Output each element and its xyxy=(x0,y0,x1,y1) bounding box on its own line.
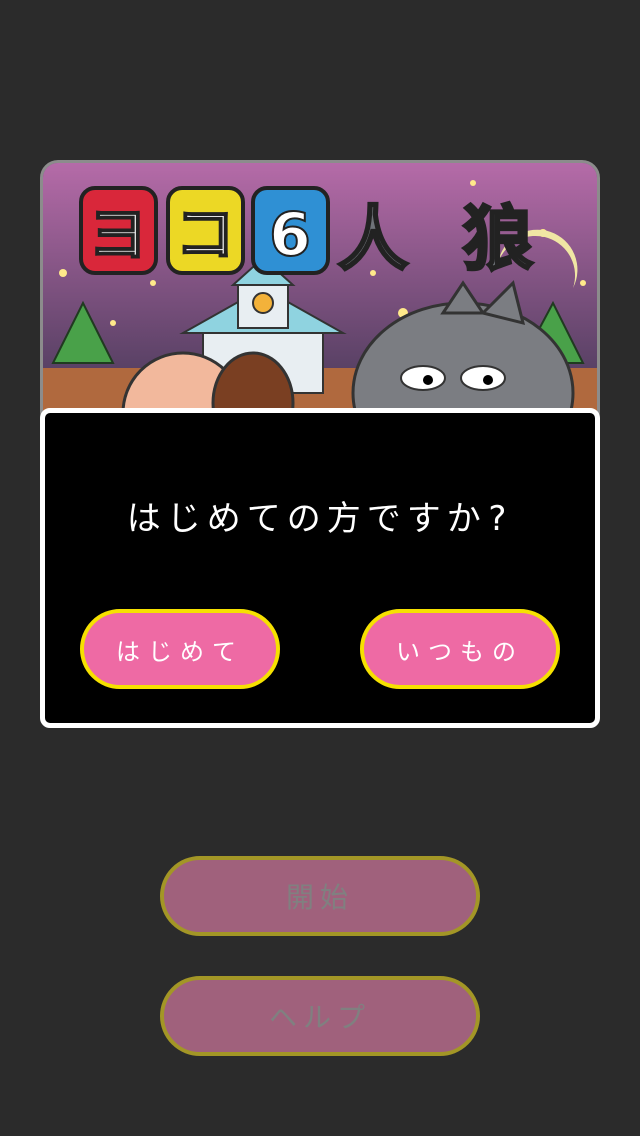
svg-text:人: 人 xyxy=(338,198,408,280)
svg-text:ヨ: ヨ xyxy=(88,200,148,270)
title-banner-image: ヨ コ 6 人 狼 xyxy=(40,160,600,430)
dialog-question: はじめての方ですか? xyxy=(126,499,514,539)
svg-text:コ: コ xyxy=(175,200,235,270)
first-time-dialog: はじめての方ですか? はじめて いつもの xyxy=(40,408,600,728)
usual-button[interactable]: いつもの xyxy=(360,609,560,689)
title-artwork: ヨ コ 6 人 狼 xyxy=(43,163,597,427)
svg-text:狼: 狼 xyxy=(463,198,533,280)
help-button[interactable]: ヘルプ xyxy=(160,976,480,1056)
start-button[interactable]: 開始 xyxy=(160,856,480,936)
first-time-button[interactable]: はじめて xyxy=(80,609,280,689)
svg-text:6: 6 xyxy=(269,200,311,270)
